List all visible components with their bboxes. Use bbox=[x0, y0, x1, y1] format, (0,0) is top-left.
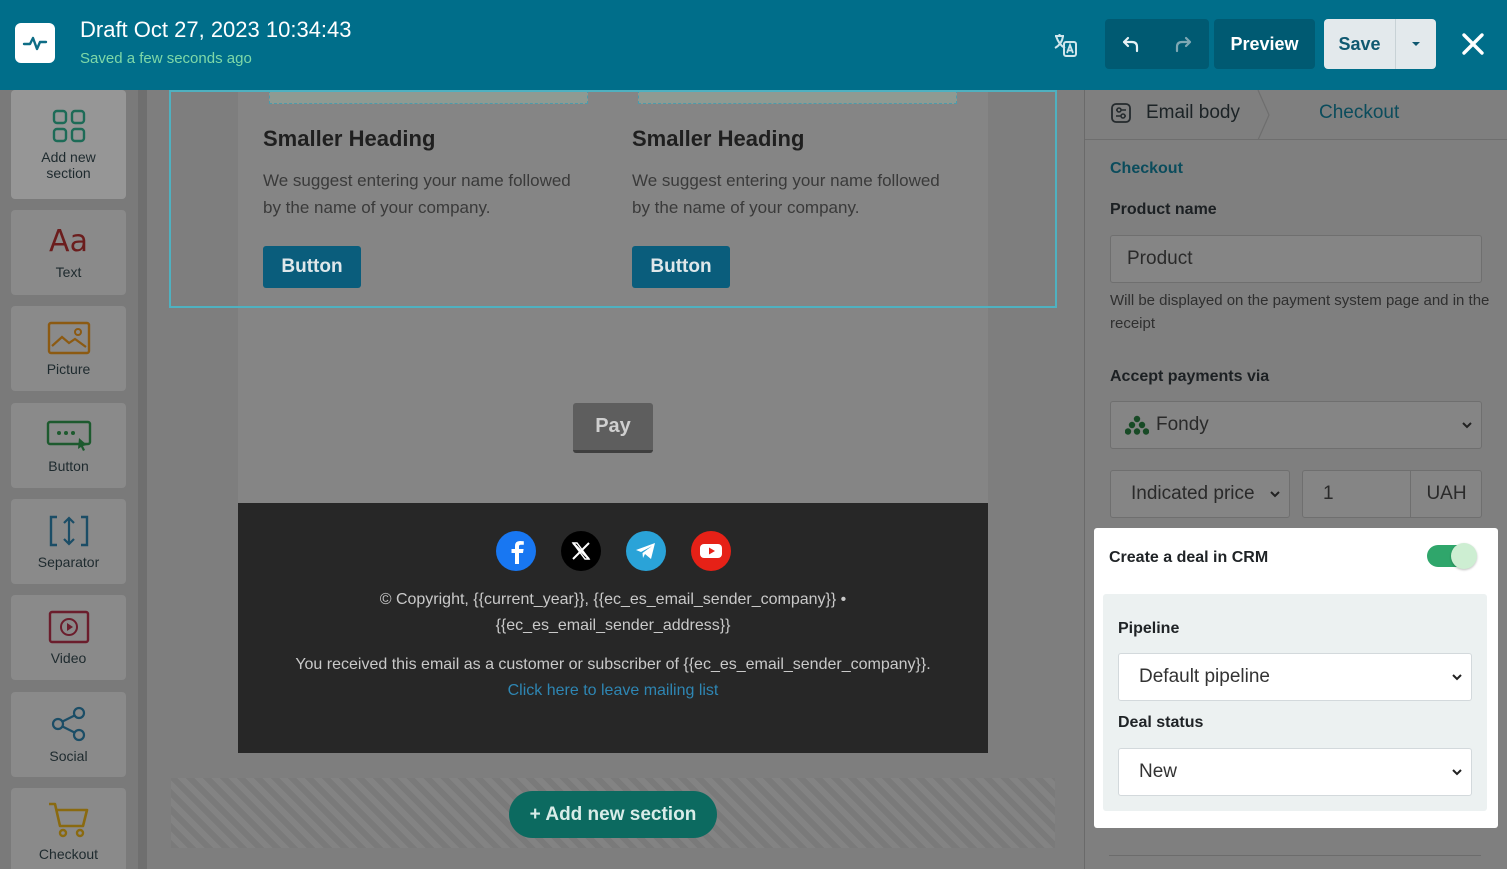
tool-label: Social bbox=[49, 747, 88, 764]
pipeline-label: Pipeline bbox=[1118, 620, 1180, 637]
share-icon bbox=[51, 706, 85, 741]
picture-icon bbox=[47, 321, 90, 354]
translate-icon[interactable] bbox=[1048, 28, 1082, 62]
tool-label: Picture bbox=[46, 360, 91, 377]
tool-add-section[interactable]: Add new section bbox=[11, 90, 126, 199]
pipeline-value: Default pipeline bbox=[1139, 666, 1270, 687]
save-options-button[interactable] bbox=[1396, 19, 1436, 69]
x-icon[interactable] bbox=[561, 531, 601, 571]
product-name-label: Product name bbox=[1110, 201, 1217, 218]
top-bar: Draft Oct 27, 2023 10:34:43 Saved a few … bbox=[0, 0, 1507, 90]
breadcrumb-separator-icon bbox=[1257, 90, 1270, 140]
crm-options: Pipeline Default pipeline Deal status Ne… bbox=[1103, 594, 1487, 811]
crm-toggle[interactable] bbox=[1427, 543, 1477, 569]
tool-checkout[interactable]: Checkout bbox=[11, 788, 126, 869]
pay-button[interactable]: Pay bbox=[573, 403, 653, 453]
pulse-icon bbox=[22, 36, 48, 51]
unsubscribe-link[interactable]: Click here to leave mailing list bbox=[238, 678, 988, 704]
tool-social[interactable]: Social bbox=[11, 692, 126, 777]
telegram-icon[interactable] bbox=[626, 531, 666, 571]
app-logo[interactable] bbox=[15, 23, 55, 63]
video-icon bbox=[48, 610, 89, 643]
facebook-icon[interactable] bbox=[496, 531, 536, 571]
footer-notice: You received this email as a customer or… bbox=[295, 656, 931, 673]
button-icon bbox=[46, 420, 91, 451]
chevron-down-icon bbox=[1452, 674, 1462, 681]
crm-title: Create a deal in CRM bbox=[1109, 549, 1269, 566]
tool-picture[interactable]: Picture bbox=[11, 306, 126, 391]
deal-status-select[interactable]: New bbox=[1118, 748, 1472, 796]
payment-provider-value: Fondy bbox=[1156, 414, 1209, 435]
add-section-button[interactable]: + Add new section bbox=[509, 791, 717, 838]
tab-email-body[interactable]: Email body bbox=[1110, 102, 1240, 124]
deal-status-label: Deal status bbox=[1118, 714, 1204, 731]
chevron-down-icon bbox=[1452, 769, 1462, 776]
tab-checkout[interactable]: Checkout bbox=[1319, 102, 1399, 124]
fondy-logo-icon bbox=[1125, 415, 1149, 435]
save-button[interactable]: Save bbox=[1324, 19, 1396, 69]
close-button[interactable] bbox=[1456, 27, 1490, 61]
draft-title: Draft Oct 27, 2023 10:34:43 bbox=[80, 17, 352, 42]
pipeline-select[interactable]: Default pipeline bbox=[1118, 653, 1472, 701]
undo-icon bbox=[1122, 36, 1139, 53]
save-status: Saved a few seconds ago bbox=[80, 50, 252, 67]
selected-section-outline[interactable] bbox=[169, 90, 1057, 308]
cart-icon bbox=[48, 802, 88, 837]
panel-breadcrumb: Email body Checkout bbox=[1085, 90, 1507, 140]
tool-text[interactable]: Aa Text bbox=[11, 210, 126, 295]
email-footer[interactable]: © Copyright, {{current_year}}, {{ec_es_e… bbox=[238, 503, 988, 753]
section-title: Checkout bbox=[1110, 160, 1183, 177]
toggle-knob bbox=[1451, 543, 1477, 569]
tool-video[interactable]: Video bbox=[11, 595, 126, 680]
grid-icon bbox=[52, 109, 85, 142]
history-group bbox=[1105, 19, 1209, 69]
text-icon: Aa bbox=[49, 223, 88, 259]
price-type-value: Indicated price bbox=[1131, 483, 1255, 504]
accept-payments-label: Accept payments via bbox=[1110, 368, 1270, 385]
price-value: 1 bbox=[1323, 483, 1334, 504]
payment-provider-select[interactable]: Fondy bbox=[1110, 401, 1482, 449]
toolbar-scrollbar[interactable] bbox=[138, 90, 147, 869]
tool-label: Checkout bbox=[38, 845, 99, 862]
chevron-down-icon bbox=[1462, 422, 1472, 429]
redo-icon bbox=[1175, 36, 1192, 53]
deal-status-value: New bbox=[1139, 761, 1178, 782]
tool-label: Text bbox=[55, 263, 82, 280]
tab-label: Email body bbox=[1146, 102, 1240, 123]
tool-label: Video bbox=[50, 649, 87, 666]
close-icon bbox=[1462, 33, 1484, 55]
email-canvas: Smaller Heading We suggest entering your… bbox=[147, 90, 1084, 869]
undo-button[interactable] bbox=[1105, 19, 1157, 69]
panel-divider bbox=[1109, 855, 1481, 856]
currency-label: UAH bbox=[1410, 471, 1482, 517]
footer-copyright: © Copyright, {{current_year}}, {{ec_es_e… bbox=[379, 591, 847, 608]
tool-label: Separator bbox=[37, 553, 100, 570]
price-type-select[interactable]: Indicated price bbox=[1110, 470, 1290, 518]
redo-button[interactable] bbox=[1157, 19, 1209, 69]
product-name-input[interactable]: Product bbox=[1110, 235, 1482, 283]
footer-address: {{ec_es_email_sender_address}} bbox=[495, 617, 731, 634]
save-group: Save bbox=[1324, 19, 1436, 69]
tool-label: Button bbox=[48, 457, 89, 474]
separator-icon bbox=[49, 515, 88, 546]
tool-label: Add new section bbox=[41, 148, 96, 181]
youtube-icon[interactable] bbox=[691, 531, 731, 571]
tool-separator[interactable]: Separator bbox=[11, 499, 126, 584]
settings-icon bbox=[1111, 103, 1131, 123]
preview-button[interactable]: Preview bbox=[1214, 19, 1315, 69]
caret-down-icon bbox=[1412, 42, 1420, 46]
chevron-down-icon bbox=[1270, 491, 1280, 498]
price-input[interactable]: 1 UAH bbox=[1302, 470, 1482, 518]
blocks-toolbar: Add new section Aa Text Picture Button S… bbox=[0, 90, 138, 869]
tool-button[interactable]: Button bbox=[11, 403, 126, 488]
crm-deal-card: Create a deal in CRM Pipeline Default pi… bbox=[1094, 528, 1498, 828]
product-name-hint: Will be displayed on the payment system … bbox=[1110, 292, 1490, 332]
